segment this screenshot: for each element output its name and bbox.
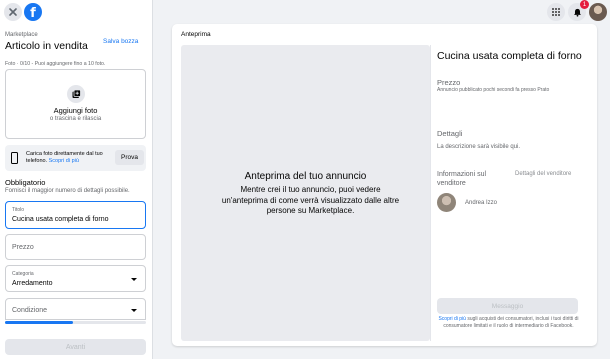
required-section-title: Obbligatorio [5,178,46,187]
seller-avatar [437,193,456,212]
price-field-placeholder: Prezzo [12,244,34,251]
condition-select-placeholder: Condizione [12,307,48,314]
listing-meta: Annuncio pubblicato pochi secondi fa pre… [437,87,550,93]
phone-icon [11,152,18,164]
add-photo-label: Aggiungi foto [53,106,98,115]
breadcrumb: Marketplace [5,32,38,38]
try-button[interactable]: Prova [115,150,144,165]
message-button[interactable]: Messaggio [437,298,578,314]
listing-sidebar: f Marketplace Articolo in vendita Salva … [0,0,153,359]
save-draft-link[interactable]: Salva bozza [103,38,138,45]
notification-badge: 1 [580,0,589,9]
consumer-legal-notice: Scopri di più sugli acquisti dei consuma… [437,316,580,329]
listing-price: Prezzo [437,78,461,87]
phone-upload-text: Carica foto direttamente dal tuo telefon… [26,151,104,165]
details-heading: Dettagli [437,129,463,138]
drag-drop-hint: o trascina e rilascia [49,116,102,122]
chevron-down-icon [131,278,137,281]
bell-icon [573,8,581,17]
close-button[interactable] [4,3,22,21]
category-select-value: Arredamento [12,280,53,287]
condition-select[interactable]: Condizione [5,298,146,320]
chevron-down-icon [131,309,137,312]
description-placeholder: La descrizione sarà visibile qui. [437,144,521,150]
menu-button[interactable] [547,3,565,21]
preview-header: Anteprima [181,31,211,38]
preview-pane-text: Mentre crei il tuo annuncio, puoi vedere… [221,185,400,215]
page-title: Articolo in vendita [5,40,88,52]
preview-pane-title: Anteprima del tuo annuncio [244,171,367,182]
required-section-subtitle: Fornisci il maggior numero di dettagli p… [5,188,130,194]
form-progress-fill [5,321,73,324]
category-select-label: Categoria [12,271,34,277]
add-photo-dropzone[interactable]: Aggiungi foto o trascina e rilascia [5,69,146,139]
preview-details: Cucina usata completa di forno Prezzo An… [430,45,588,341]
add-photo-icon [67,85,85,103]
category-select[interactable]: Categoria Arredamento [5,265,146,292]
title-field[interactable]: Titolo Cucina usata completa di forno [5,201,146,229]
facebook-logo-icon[interactable]: f [24,3,42,21]
photo-count-info: Foto · 0/10 - Puoi aggiungere fino a 10 … [5,61,106,67]
seller-details-link[interactable]: Dettagli del venditore [515,171,571,177]
phone-upload-banner: Carica foto direttamente dal tuo telefon… [5,145,146,171]
preview-card: Anteprima Anteprima del tuo annuncio Men… [172,24,597,346]
form-progress-bar [5,321,146,324]
title-field-value: Cucina usata completa di forno [12,216,109,223]
profile-avatar[interactable] [589,3,607,21]
title-field-label: Titolo [12,207,25,213]
price-field[interactable]: Prezzo [5,234,146,260]
next-button[interactable]: Avanti [5,339,146,355]
seller-info-heading: Informazioni sul venditore [437,171,487,187]
grid-menu-icon [552,8,560,16]
seller-name: Andrea Izzo [465,200,498,206]
legal-learn-more-link[interactable]: Scopri di più [438,316,466,322]
preview-image-area: Anteprima del tuo annuncio Mentre crei i… [181,45,430,341]
learn-more-link[interactable]: Scopri di più [49,158,79,164]
listing-title: Cucina usata completa di forno [437,50,582,62]
close-icon [9,8,17,16]
